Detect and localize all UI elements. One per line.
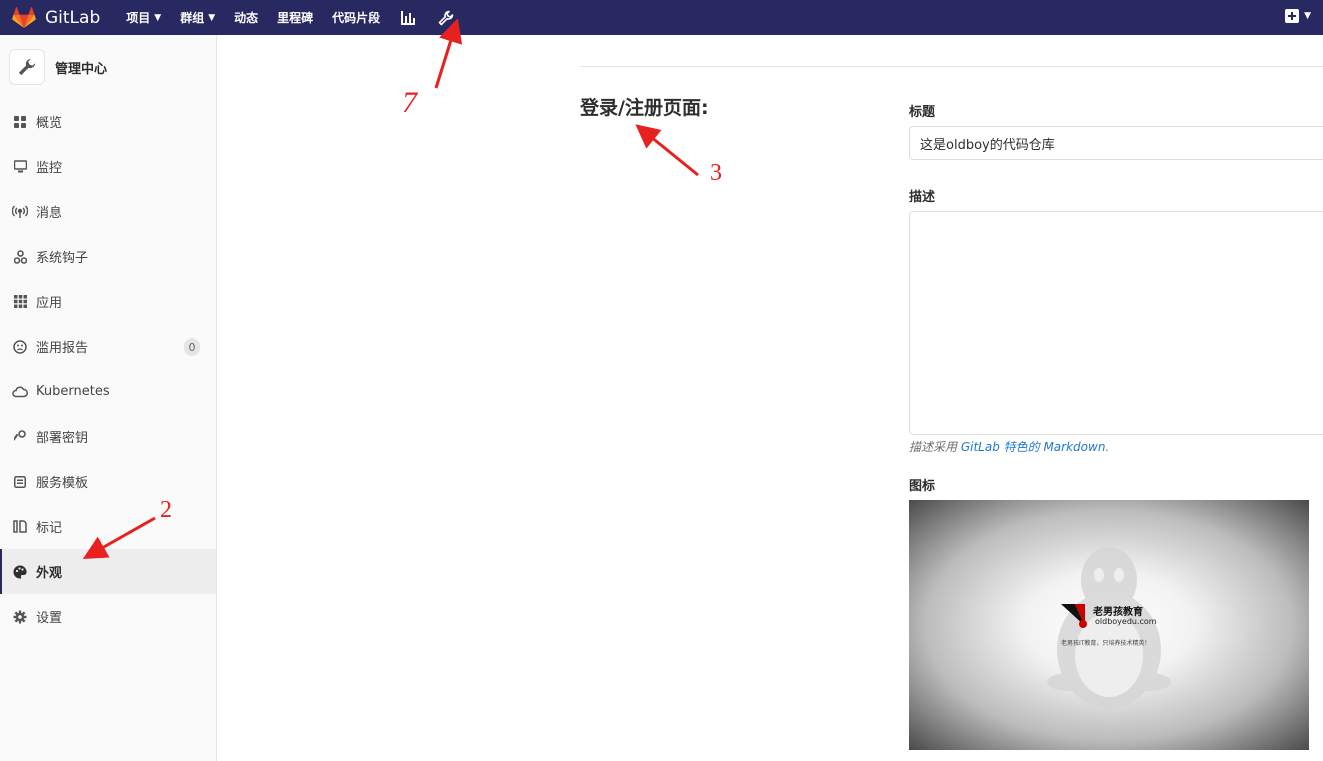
sidebar-item-overview[interactable]: 概览 <box>0 99 216 144</box>
logo-tagline-text: 老男孩IT教育，只培养技术精英！ <box>1061 640 1151 647</box>
sidebar-item-label: 应用 <box>36 296 63 311</box>
sidebar-item-label: 外观 <box>36 566 63 581</box>
nav-projects-label: 项目 <box>126 11 151 25</box>
sidebar-item-service-templates[interactable]: 服务模板 <box>0 459 216 504</box>
sidebar-item-messages[interactable]: 消息 <box>0 189 216 234</box>
nav-milestones-label: 里程碑 <box>277 11 314 25</box>
annotation-number-2: 2 <box>160 497 172 523</box>
brand-name: GitLab <box>45 7 101 28</box>
grid-icon <box>12 114 28 130</box>
sidebar-header[interactable]: 管理中心 <box>0 35 216 99</box>
sidebar-item-label: 消息 <box>36 206 63 221</box>
gitlab-logo-icon <box>12 6 36 28</box>
title-label: 标题 <box>909 105 936 120</box>
nav-milestones[interactable]: 里程碑 <box>277 9 313 26</box>
nav-activity[interactable]: 动态 <box>234 9 258 26</box>
logo-preview-image: 老男孩教育 oldboyedu.com 老男孩IT教育，只培养技术精英！ <box>909 500 1309 750</box>
label-icon <box>12 519 28 535</box>
chart-bar-icon[interactable] <box>399 9 417 27</box>
arrow-to-heading <box>635 124 699 177</box>
sidebar-item-applications[interactable]: 应用 <box>0 279 216 324</box>
sidebar-item-deploy-keys[interactable]: 部署密钥 <box>0 414 216 459</box>
sidebar-item-label: 服务模板 <box>36 476 89 491</box>
apps-icon <box>12 294 28 310</box>
sidebar-item-label: 系统钩子 <box>36 251 89 266</box>
cloud-icon <box>12 384 28 400</box>
help-prefix: 描述采用 <box>909 440 961 454</box>
sidebar-item-label: Kubernetes <box>36 384 110 399</box>
admin-sidebar: 管理中心 概览 监控 消息 系统钩子 应用 滥用报告 0 Kubernetes … <box>0 35 217 761</box>
key-icon <box>12 429 28 445</box>
nav-activity-label: 动态 <box>234 11 259 25</box>
logo-url-text: oldboyedu.com <box>1095 617 1157 626</box>
sidebar-item-label: 标记 <box>36 521 63 536</box>
sidebar-item-settings[interactable]: 设置 <box>0 594 216 639</box>
chevron-down-icon: ▼ <box>208 12 216 23</box>
annotation-number-7: 7 <box>402 86 417 119</box>
nav-snippets-label: 代码片段 <box>332 11 381 25</box>
sidebar-item-label: 概览 <box>36 116 63 131</box>
nav-groups-label: 群组 <box>180 11 205 25</box>
sign-in-page-heading: 登录/注册页面: <box>580 97 709 119</box>
sidebar-item-label: 部署密钥 <box>36 431 89 446</box>
monitor-icon <box>12 159 28 175</box>
wrench-icon <box>18 58 36 76</box>
annotation-number-3: 3 <box>710 160 722 186</box>
sidebar-title: 管理中心 <box>55 61 108 77</box>
sidebar-item-abuse-reports[interactable]: 滥用报告 0 <box>0 324 216 369</box>
section-divider <box>580 66 1323 67</box>
broadcast-icon <box>12 204 28 220</box>
sidebar-item-monitoring[interactable]: 监控 <box>0 144 216 189</box>
description-textarea[interactable] <box>909 211 1323 435</box>
gitlab-brand[interactable]: GitLab <box>12 6 101 29</box>
sidebar-item-label: 设置 <box>36 611 63 626</box>
help-suffix: . <box>1105 440 1110 454</box>
face-icon <box>12 339 28 355</box>
markdown-help-link[interactable]: GitLab 特色的 Markdown <box>961 440 1106 454</box>
logo-brand-text: 老男孩教育 <box>1093 607 1143 618</box>
title-input[interactable] <box>909 126 1323 160</box>
palette-icon <box>12 564 28 580</box>
chevron-down-icon: ▼ <box>154 12 162 23</box>
gear-icon <box>12 609 28 625</box>
description-label: 描述 <box>909 190 936 205</box>
nav-projects[interactable]: 项目 ▼ <box>126 9 161 26</box>
top-navbar: GitLab 项目 ▼ 群组 ▼ 动态 里程碑 代码片段 ▼ <box>0 0 1323 35</box>
abuse-count-badge: 0 <box>184 338 200 356</box>
sidebar-item-label: 滥用报告 <box>36 341 89 356</box>
sidebar-item-label: 监控 <box>36 161 63 176</box>
admin-avatar <box>9 49 45 85</box>
wrench-icon[interactable] <box>437 9 455 27</box>
plus-square-icon <box>1285 9 1300 23</box>
markdown-help-text: 描述采用 GitLab 特色的 Markdown. <box>909 438 1109 455</box>
sidebar-item-appearance[interactable]: 外观 <box>0 549 216 594</box>
template-icon <box>12 474 28 490</box>
sidebar-item-kubernetes[interactable]: Kubernetes <box>0 369 216 414</box>
sidebar-item-labels[interactable]: 标记 <box>0 504 216 549</box>
nav-groups[interactable]: 群组 ▼ <box>180 9 215 26</box>
chevron-down-icon: ▼ <box>1304 11 1311 21</box>
nav-snippets[interactable]: 代码片段 <box>332 9 380 26</box>
sidebar-item-system-hooks[interactable]: 系统钩子 <box>0 234 216 279</box>
new-dropdown[interactable]: ▼ <box>1285 9 1311 23</box>
logo-label: 图标 <box>909 479 936 494</box>
hook-icon <box>12 249 28 265</box>
